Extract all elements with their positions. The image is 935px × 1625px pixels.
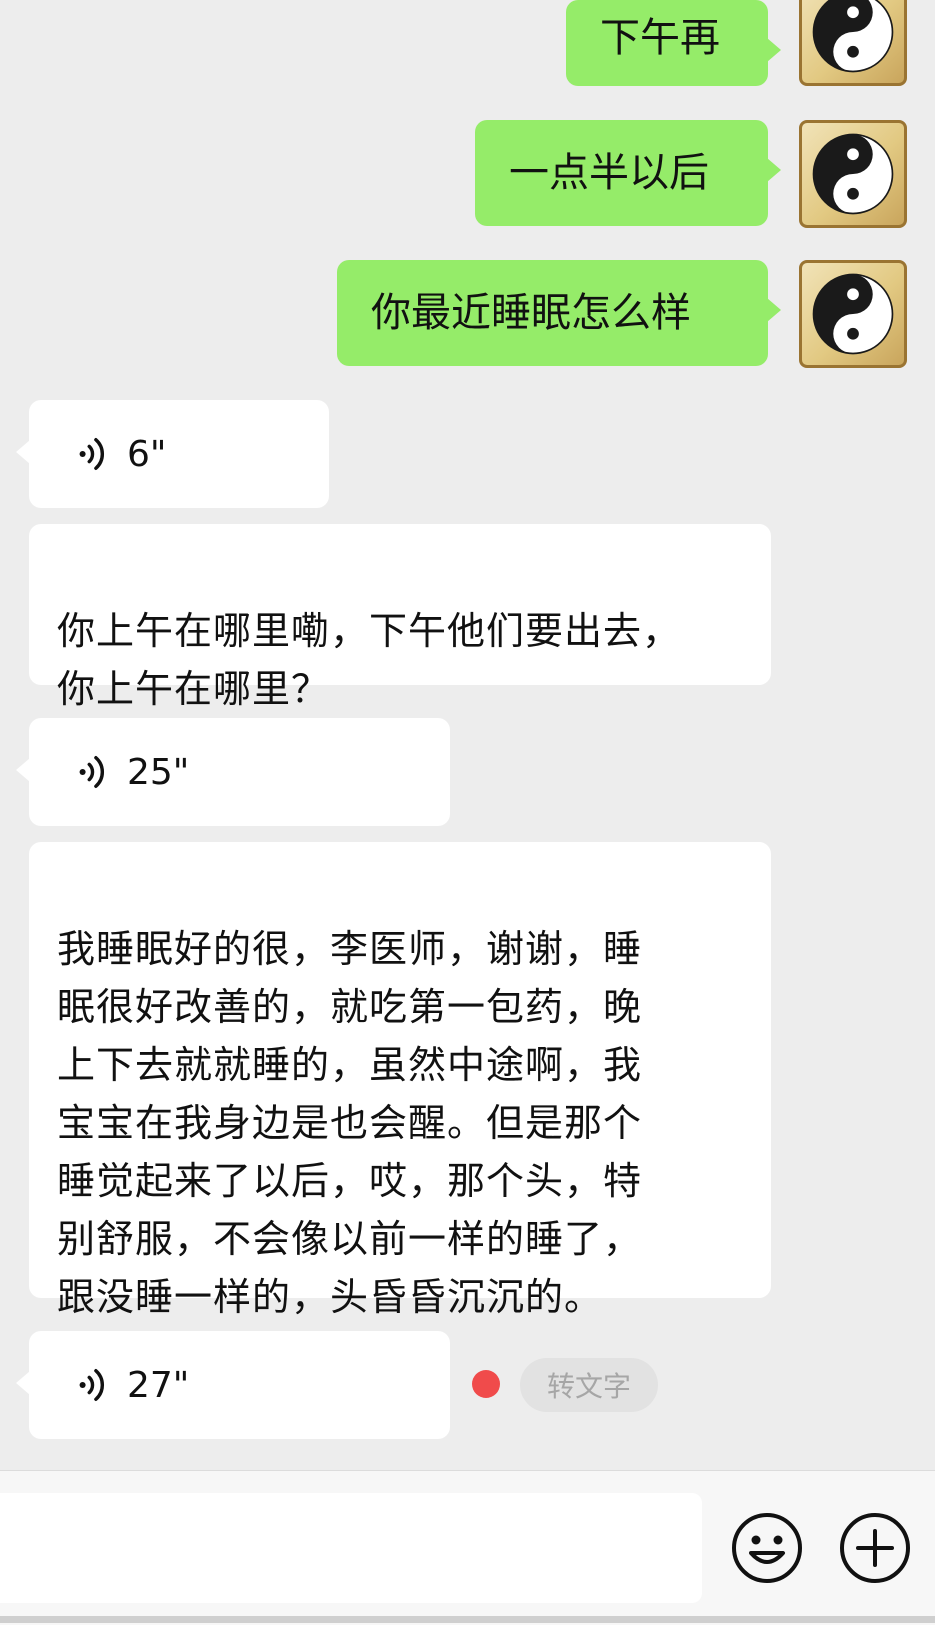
unread-dot bbox=[472, 1370, 500, 1398]
message-text: 下午再 bbox=[600, 15, 720, 61]
transcribed-text-message[interactable]: 我睡眠好的很，李医师，谢谢，睡 眠很好改善的，就吃第一包药，晚 上下去就就睡的，… bbox=[29, 842, 771, 1319]
voice-duration: 25" bbox=[127, 751, 190, 793]
voice-wave-icon bbox=[79, 1369, 104, 1401]
voice-duration: 6" bbox=[127, 433, 167, 475]
more-actions-button[interactable] bbox=[838, 1511, 912, 1585]
message-text: 你最近睡眠怎么样 bbox=[371, 290, 691, 336]
voice-message[interactable]: 6" bbox=[16, 400, 329, 508]
yin-yang-icon bbox=[812, 0, 894, 73]
convert-to-text-button[interactable]: 转文字 bbox=[520, 1358, 658, 1412]
message-input[interactable] bbox=[0, 1493, 702, 1603]
input-bar bbox=[0, 1470, 935, 1625]
avatar[interactable] bbox=[799, 0, 907, 86]
message-text: 一点半以后 bbox=[509, 150, 709, 196]
avatar[interactable] bbox=[799, 260, 907, 368]
voice-wave-icon bbox=[79, 756, 104, 788]
voice-message[interactable]: 27" bbox=[16, 1331, 450, 1439]
transcribed-text-message[interactable]: 你上午在哪里嘞，下午他们要出去， 你上午在哪里？ bbox=[29, 524, 771, 711]
voice-wave-icon bbox=[79, 438, 104, 470]
message-text: 我睡眠好的很，李医师，谢谢，睡 眠很好改善的，就吃第一包药，晚 上下去就就睡的，… bbox=[57, 927, 643, 1319]
outgoing-message[interactable]: 一点半以后 bbox=[475, 120, 781, 226]
avatar[interactable] bbox=[799, 120, 907, 228]
voice-message[interactable]: 25" bbox=[16, 718, 450, 826]
outgoing-message[interactable]: 下午再 bbox=[566, 0, 781, 86]
message-text: 你上午在哪里嘞，下午他们要出去， 你上午在哪里？ bbox=[57, 609, 682, 711]
yin-yang-icon bbox=[812, 133, 894, 215]
yin-yang-icon bbox=[812, 273, 894, 355]
outgoing-message[interactable]: 你最近睡眠怎么样 bbox=[337, 260, 781, 366]
chat-area: 下午再 一点半以后 你最近睡眠怎么样 6" 你上午在哪里嘞，下午他们要出去， 你… bbox=[0, 0, 935, 1470]
bottom-edge-bar bbox=[0, 1616, 935, 1623]
voice-duration: 27" bbox=[127, 1364, 190, 1406]
emoji-button[interactable] bbox=[730, 1511, 804, 1585]
plus-circle-icon bbox=[840, 1513, 910, 1583]
smiley-icon bbox=[732, 1513, 802, 1583]
